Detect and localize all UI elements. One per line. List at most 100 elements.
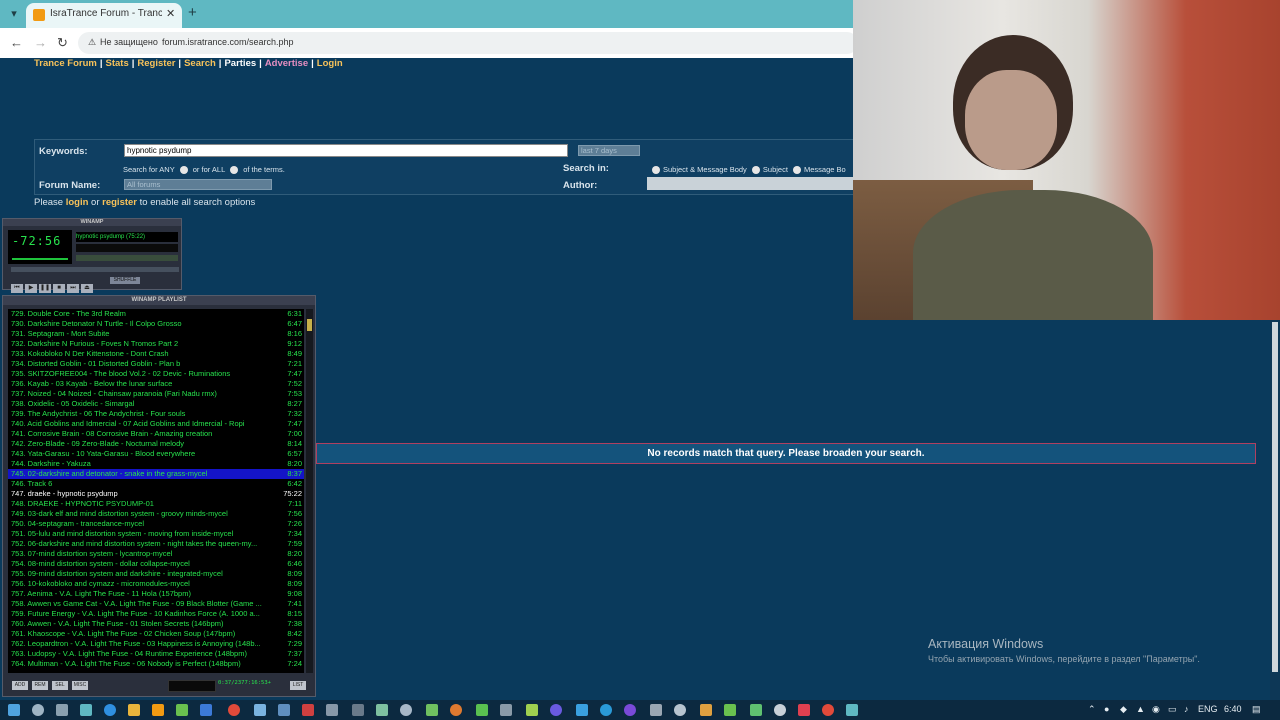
app-icon[interactable]	[254, 704, 266, 716]
app-icon[interactable]	[326, 704, 338, 716]
playlist-track-row[interactable]: 759. Future Energy - V.A. Light The Fuse…	[8, 609, 304, 619]
playlist-track-row[interactable]: 732. Darkshire N Furious - Foves N Tromo…	[8, 339, 304, 349]
reload-icon[interactable]: ↻	[57, 35, 68, 51]
explorer-icon[interactable]	[128, 704, 140, 716]
skype-icon[interactable]	[576, 704, 588, 716]
app-icon[interactable]	[724, 704, 736, 716]
language-indicator[interactable]: ENG	[1198, 704, 1218, 714]
app-icon[interactable]	[650, 704, 662, 716]
app-icon[interactable]	[798, 704, 810, 716]
chrome-icon[interactable]	[228, 704, 240, 716]
playlist-track-row[interactable]: 757. Aenima - V.A. Light The Fuse - 11 H…	[8, 589, 304, 599]
network-icon[interactable]: ▭	[1168, 704, 1177, 715]
winamp-time[interactable]: -72:56	[12, 234, 61, 248]
nav-register[interactable]: Register	[137, 58, 175, 69]
playlist-track-row[interactable]: 730. Darkshire Detonator N Turtle - Il C…	[8, 319, 304, 329]
tab-search-icon[interactable]: ▾	[6, 6, 22, 22]
playlist-add-button[interactable]: ADD	[12, 681, 28, 690]
app-icon[interactable]	[500, 704, 512, 716]
winamp-visualizer[interactable]	[12, 254, 68, 260]
winamp-title[interactable]: WINAMP	[3, 219, 181, 226]
app-icon[interactable]	[750, 704, 762, 716]
winamp-taskbar-icon[interactable]	[152, 704, 164, 716]
tray-app-icon[interactable]: ◉	[1152, 704, 1160, 715]
playlist-track-row[interactable]: 743. Yata-Garasu - 10 Yata-Garasu - Bloo…	[8, 449, 304, 459]
winamp-main-window[interactable]: WINAMP -72:56 hypnotic psydump (75:22) ⏮…	[2, 218, 182, 293]
playlist-track-row[interactable]: 754. 08-mind distortion system - dollar …	[8, 559, 304, 569]
search-any-radio[interactable]	[179, 166, 188, 175]
playlist-misc-button[interactable]: MISC	[72, 681, 88, 690]
playlist-track-row[interactable]: 749. 03-dark elf and mind distortion sys…	[8, 509, 304, 519]
viber-icon[interactable]	[624, 704, 636, 716]
warning-icon[interactable]: ⚠	[88, 37, 96, 48]
playlist-track-row[interactable]: 746. Track 6 6:42	[8, 479, 304, 489]
playlist-track-row[interactable]: 755. 09-mind distortion system and darks…	[8, 569, 304, 579]
playlist-track-row[interactable]: 736. Kayab - 03 Kayab - Below the lunar …	[8, 379, 304, 389]
nav-trance-forum[interactable]: Trance Forum	[34, 58, 97, 69]
playlist-list-button[interactable]: LIST	[290, 681, 306, 690]
forward-icon[interactable]: →	[34, 35, 47, 50]
app-icon[interactable]	[774, 704, 786, 716]
app-icon[interactable]	[526, 704, 538, 716]
nav-login[interactable]: Login	[317, 58, 343, 69]
playlist-track-row[interactable]: 763. Ludopsy - V.A. Light The Fuse - 04 …	[8, 649, 304, 659]
register-link[interactable]: register	[102, 197, 137, 208]
tray-app-icon[interactable]: ◆	[1120, 704, 1127, 715]
playlist-select-button[interactable]: SEL	[52, 681, 68, 690]
playlist-scroll-thumb[interactable]	[307, 319, 312, 331]
playlist-track-row[interactable]: 751. 05-lulu and mind distortion system …	[8, 529, 304, 539]
playlist-track-row[interactable]: 740. Acid Goblins and Idmercial - 07 Aci…	[8, 419, 304, 429]
pause-icon[interactable]: ❚❚	[39, 284, 51, 293]
date-range-select[interactable]: last 7 days	[578, 145, 640, 156]
nav-advertise[interactable]: Advertise	[265, 58, 308, 69]
playlist-track-row[interactable]: 748. DRAEKE - HYPNOTIC PSYDUMP-01 7:11	[8, 499, 304, 509]
next-icon[interactable]: ⏭	[67, 284, 79, 293]
new-tab-icon[interactable]: +	[188, 4, 197, 21]
keywords-input[interactable]: hypnotic psydump	[124, 144, 568, 157]
app-icon[interactable]	[700, 704, 712, 716]
winamp-seek-bar[interactable]	[11, 267, 179, 272]
app-icon[interactable]	[550, 704, 562, 716]
playlist-track-row[interactable]: 745. 02-darkshire and detonator - snake …	[8, 469, 304, 479]
playlist-track-row[interactable]: 761. Khaoscope - V.A. Light The Fuse - 0…	[8, 629, 304, 639]
volume-icon[interactable]: ♪	[1184, 704, 1189, 714]
app-icon[interactable]	[352, 704, 364, 716]
playlist-title[interactable]: WINAMP PLAYLIST	[3, 296, 315, 305]
playlist-track-row[interactable]: 750. 04-septagram - trancedance-mycel 7:2…	[8, 519, 304, 529]
app-icon[interactable]	[302, 704, 314, 716]
subject-radio[interactable]	[751, 166, 760, 175]
page-scrollbar[interactable]	[1270, 320, 1280, 700]
forum-select[interactable]: All forums	[124, 179, 272, 190]
app-icon[interactable]	[176, 704, 188, 716]
play-icon[interactable]: ▶	[25, 284, 37, 293]
playlist-tracks[interactable]: 729. Double Core - The 3rd Realm 6:31 730.…	[8, 309, 304, 673]
playlist-track-row[interactable]: 741. Corrosive Brain - 08 Corrosive Brai…	[8, 429, 304, 439]
author-input[interactable]	[647, 177, 855, 190]
url-text[interactable]: forum.isratrance.com/search.php	[162, 37, 294, 47]
playlist-track-row[interactable]: 744. Darkshire - Yakuza 8:20	[8, 459, 304, 469]
playlist-track-row[interactable]: 762. Leopardtron - V.A. Light The Fuse -…	[8, 639, 304, 649]
browser-taskbar-icon[interactable]	[80, 704, 92, 716]
task-view-icon[interactable]	[56, 704, 68, 716]
edge-icon[interactable]	[104, 704, 116, 716]
search-all-radio[interactable]	[230, 166, 239, 175]
playlist-track-row[interactable]: 758. Awwen vs Game Cat - V.A. Light The …	[8, 599, 304, 609]
playlist-track-row[interactable]: 764. Multiman - V.A. Light The Fuse - 06…	[8, 659, 304, 669]
microphone-icon[interactable]: ●	[1104, 704, 1109, 714]
app-icon[interactable]	[822, 704, 834, 716]
app-icon[interactable]	[450, 704, 462, 716]
app-icon[interactable]	[278, 704, 290, 716]
shuffle-button[interactable]: SHUFFLE	[110, 277, 140, 284]
stop-icon[interactable]: ■	[53, 284, 65, 293]
playlist-track-row[interactable]: 735. SKITZOFREE004 - The blood Vol.2 - 0…	[8, 369, 304, 379]
previous-icon[interactable]: ⏮	[11, 284, 23, 293]
app-icon[interactable]	[200, 704, 212, 716]
security-label[interactable]: Не защищено	[100, 37, 158, 47]
playlist-track-row[interactable]: 742. Zero-Blade - 09 Zero-Blade - Noctur…	[8, 439, 304, 449]
playlist-track-row[interactable]: 737. Noized - 04 Noized - Chainsaw paran…	[8, 389, 304, 399]
playlist-track-row[interactable]: 756. 10-kokobloko and cymazz - micromodu…	[8, 579, 304, 589]
eject-icon[interactable]: ⏏	[81, 284, 93, 293]
app-icon[interactable]	[400, 704, 412, 716]
playlist-track-row[interactable]: 733. Kokobloko N Der Kittenstone - Dont …	[8, 349, 304, 359]
playlist-track-row[interactable]: 739. The Andychrist - 06 The Andychrist …	[8, 409, 304, 419]
